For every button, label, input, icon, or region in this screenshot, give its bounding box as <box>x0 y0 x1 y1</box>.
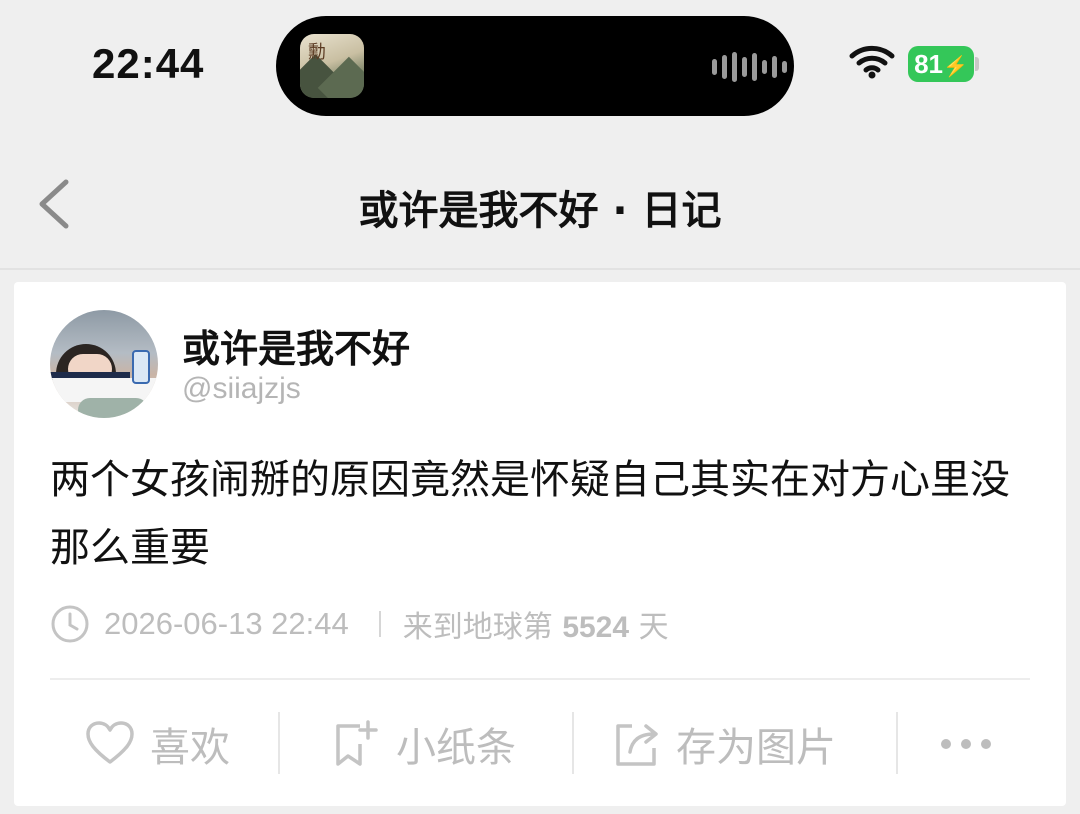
post-text: 两个女孩闹掰的原因竟然是怀疑自己其实在对方心里没那么重要 <box>50 457 1010 571</box>
status-time: 22:44 <box>92 40 205 87</box>
like-button[interactable]: 喜欢 <box>84 702 230 786</box>
clock-icon <box>51 605 89 643</box>
status-bar: 22:44 勳 81⚡ <box>0 0 1080 130</box>
post-meta: 2026-06-13 22:44 来到地球第 5524 天 <box>50 602 669 646</box>
avatar[interactable] <box>50 310 158 418</box>
album-art-icon[interactable]: 勳 <box>300 34 364 98</box>
wifi-icon <box>849 45 895 79</box>
more-icon[interactable] <box>934 702 998 786</box>
like-label: 喜欢 <box>150 725 230 771</box>
days-suffix: 天 <box>638 610 669 645</box>
meta-separator <box>378 611 381 637</box>
author-name[interactable]: 或许是我不好 <box>182 318 410 373</box>
action-separator <box>278 712 280 774</box>
action-separator <box>572 712 574 774</box>
nav-divider <box>0 268 1080 270</box>
post-datetime: 2026-06-13 22:44 <box>104 606 349 641</box>
note-add-icon <box>336 720 378 766</box>
save-image-label: 存为图片 <box>676 725 836 771</box>
author-handle: @siiajzjs <box>182 372 301 405</box>
waveform-icon <box>712 52 787 82</box>
action-separator <box>896 712 898 774</box>
save-image-button[interactable]: 存为图片 <box>610 702 836 786</box>
heart-icon <box>86 721 134 764</box>
days-on-earth: 来到地球第 5524 天 <box>403 602 669 646</box>
share-image-icon <box>616 724 658 766</box>
battery-nub <box>975 57 979 71</box>
card-divider <box>50 678 1030 680</box>
days-count: 5524 <box>562 611 630 644</box>
battery-icon: 81⚡ <box>908 46 974 82</box>
dynamic-island[interactable]: 勳 <box>276 16 794 116</box>
page-title: 或许是我不好 · 日记 <box>358 188 722 234</box>
note-label: 小纸条 <box>396 725 516 771</box>
post-card: 或许是我不好 @siiajzjs 两个女孩闹掰的原因竟然是怀疑自己其实在对方心里… <box>14 282 1066 806</box>
battery-level: 81 <box>914 49 943 79</box>
days-prefix: 来到地球第 <box>402 610 553 645</box>
note-button[interactable]: 小纸条 <box>330 702 516 786</box>
nav-bar: 或许是我不好 · 日记 <box>0 130 1080 270</box>
action-bar: 喜欢 小纸条 存为图片 <box>14 702 1066 786</box>
